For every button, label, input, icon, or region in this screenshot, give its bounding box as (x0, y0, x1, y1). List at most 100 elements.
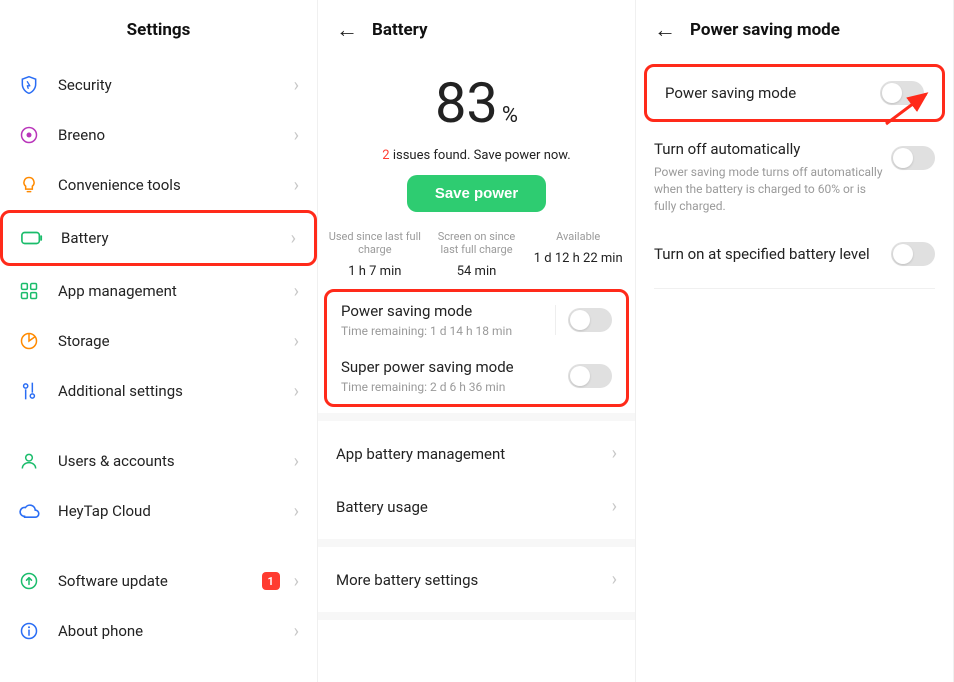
bottom-gap (318, 612, 635, 620)
super-power-saving-mode-row[interactable]: Super power saving mode Time remaining: … (327, 348, 626, 404)
settings-item-label: App management (58, 282, 286, 300)
chevron-right-icon: › (294, 175, 299, 196)
turn-on-level-title: Turn on at specified battery level (654, 245, 891, 263)
update-badge: 1 (262, 572, 280, 590)
settings-item-convenience-tools[interactable]: Convenience tools › (0, 160, 317, 210)
app-battery-management-label: App battery management (336, 445, 604, 463)
settings-item-label: Software update (58, 572, 262, 590)
divider-vertical (555, 305, 556, 335)
app-battery-management-row[interactable]: App battery management › (318, 427, 635, 480)
stat-used: Used since last full charge 1 h 7 min (324, 230, 426, 279)
settings-item-users-accounts[interactable]: Users & accounts › (0, 436, 317, 486)
stat-available-label: Available (531, 230, 625, 243)
stat-used-label: Used since last full charge (328, 230, 422, 256)
section-divider (318, 539, 635, 547)
info-icon (18, 620, 40, 642)
battery-issues-text: 2 issues found. Save power now. (318, 148, 635, 163)
chevron-right-icon: › (294, 571, 299, 592)
battery-title: Battery (372, 20, 428, 40)
arrow-up-circle-icon (18, 570, 40, 592)
stat-screen: Screen on since last full charge 54 min (426, 230, 528, 279)
battery-percent-symbol: % (502, 103, 518, 128)
turn-off-auto-toggle[interactable] (891, 146, 935, 170)
power-saving-mode-sub: Time remaining: 1 d 14 h 18 min (341, 324, 543, 338)
shield-icon (18, 74, 40, 96)
settings-header: Settings (0, 0, 317, 60)
settings-item-label: Storage (58, 332, 286, 350)
settings-item-software-update[interactable]: Software update1 › (0, 556, 317, 606)
settings-item-label: Breeno (58, 126, 286, 144)
battery-percentage: 83% (318, 60, 635, 142)
chevron-right-icon: › (612, 496, 617, 517)
settings-item-breeno[interactable]: Breeno › (0, 110, 317, 160)
stat-available-value: 1 d 12 h 22 min (531, 251, 625, 266)
chevron-right-icon: › (294, 451, 299, 472)
issues-count: 2 (382, 148, 389, 163)
power-saving-mode-title: Power saving mode (341, 302, 543, 320)
chevron-right-icon: › (294, 331, 299, 352)
settings-item-about-phone[interactable]: About phone › (0, 606, 317, 656)
battery-header: ← Battery (318, 0, 635, 60)
bulb-icon (18, 174, 40, 196)
turn-on-level-toggle[interactable] (891, 242, 935, 266)
psm-title: Power saving mode (690, 20, 840, 40)
chevron-right-icon: › (294, 281, 299, 302)
settings-item-label: Users & accounts (58, 452, 286, 470)
more-battery-settings-label: More battery settings (336, 571, 604, 589)
chevron-right-icon: › (612, 569, 617, 590)
chevron-right-icon: › (291, 228, 296, 249)
settings-item-security[interactable]: Security› (0, 60, 317, 110)
psm-header: ← Power saving mode (636, 0, 953, 60)
psm-toggle-title: Power saving mode (665, 84, 880, 102)
chevron-right-icon: › (294, 75, 299, 96)
chevron-right-icon: › (294, 621, 299, 642)
psm-toggle[interactable] (880, 81, 924, 105)
cloud-icon (18, 500, 40, 522)
settings-item-label: Battery (61, 229, 283, 247)
settings-item-storage[interactable]: Storage › (0, 316, 317, 366)
settings-item-label: HeyTap Cloud (58, 502, 286, 520)
user-icon (18, 450, 40, 472)
super-power-saving-mode-title: Super power saving mode (341, 358, 568, 376)
settings-item-battery[interactable]: Battery › (0, 210, 317, 266)
settings-item-label: About phone (58, 622, 286, 640)
battery-icon (21, 227, 43, 249)
settings-item-label: Additional settings (58, 382, 286, 400)
chevron-right-icon: › (294, 501, 299, 522)
settings-item-label: Convenience tools (58, 176, 286, 194)
chevron-right-icon: › (294, 125, 299, 146)
super-power-saving-mode-sub: Time remaining: 2 d 6 h 36 min (341, 380, 568, 394)
back-arrow-icon[interactable]: ← (654, 17, 676, 43)
more-battery-settings-row[interactable]: More battery settings › (318, 553, 635, 606)
super-power-saving-mode-toggle[interactable] (568, 364, 612, 388)
settings-item-additional-settings[interactable]: Additional settings › (0, 366, 317, 416)
stat-screen-value: 54 min (430, 264, 524, 279)
turn-off-auto-row[interactable]: Turn off automatically Power saving mode… (636, 126, 953, 228)
grid-icon (18, 280, 40, 302)
settings-title: Settings (127, 20, 191, 40)
battery-stats: Used since last full charge 1 h 7 min Sc… (324, 230, 629, 279)
turn-on-level-row[interactable]: Turn on at specified battery level (636, 228, 953, 280)
sliders-icon (18, 380, 40, 402)
stat-used-value: 1 h 7 min (328, 264, 422, 279)
divider (654, 288, 935, 289)
back-arrow-icon[interactable]: ← (336, 17, 358, 43)
power-saving-mode-row[interactable]: Power saving mode Time remaining: 1 d 14… (327, 292, 626, 348)
power-saving-mode-panel: ← Power saving mode Power saving mode Tu… (636, 0, 954, 682)
psm-toggle-row[interactable]: Power saving mode (647, 67, 942, 119)
psm-highlight: Power saving mode (644, 64, 945, 122)
issues-suffix: issues found. Save power now. (390, 148, 571, 163)
chevron-right-icon: › (612, 443, 617, 464)
turn-off-auto-title: Turn off automatically (654, 140, 891, 158)
power-modes-highlight: Power saving mode Time remaining: 1 d 14… (324, 289, 629, 407)
settings-item-heytap-cloud[interactable]: HeyTap Cloud › (0, 486, 317, 536)
settings-panel: Settings Security›Breeno›Convenience too… (0, 0, 318, 682)
chevron-right-icon: › (294, 381, 299, 402)
turn-off-auto-sub: Power saving mode turns off automaticall… (654, 164, 891, 214)
battery-usage-row[interactable]: Battery usage › (318, 480, 635, 533)
save-power-button[interactable]: Save power (407, 175, 546, 212)
settings-item-app-management[interactable]: App management › (0, 266, 317, 316)
battery-panel: ← Battery 83% 2 issues found. Save power… (318, 0, 636, 682)
power-saving-mode-toggle[interactable] (568, 308, 612, 332)
stat-screen-label: Screen on since last full charge (430, 230, 524, 256)
